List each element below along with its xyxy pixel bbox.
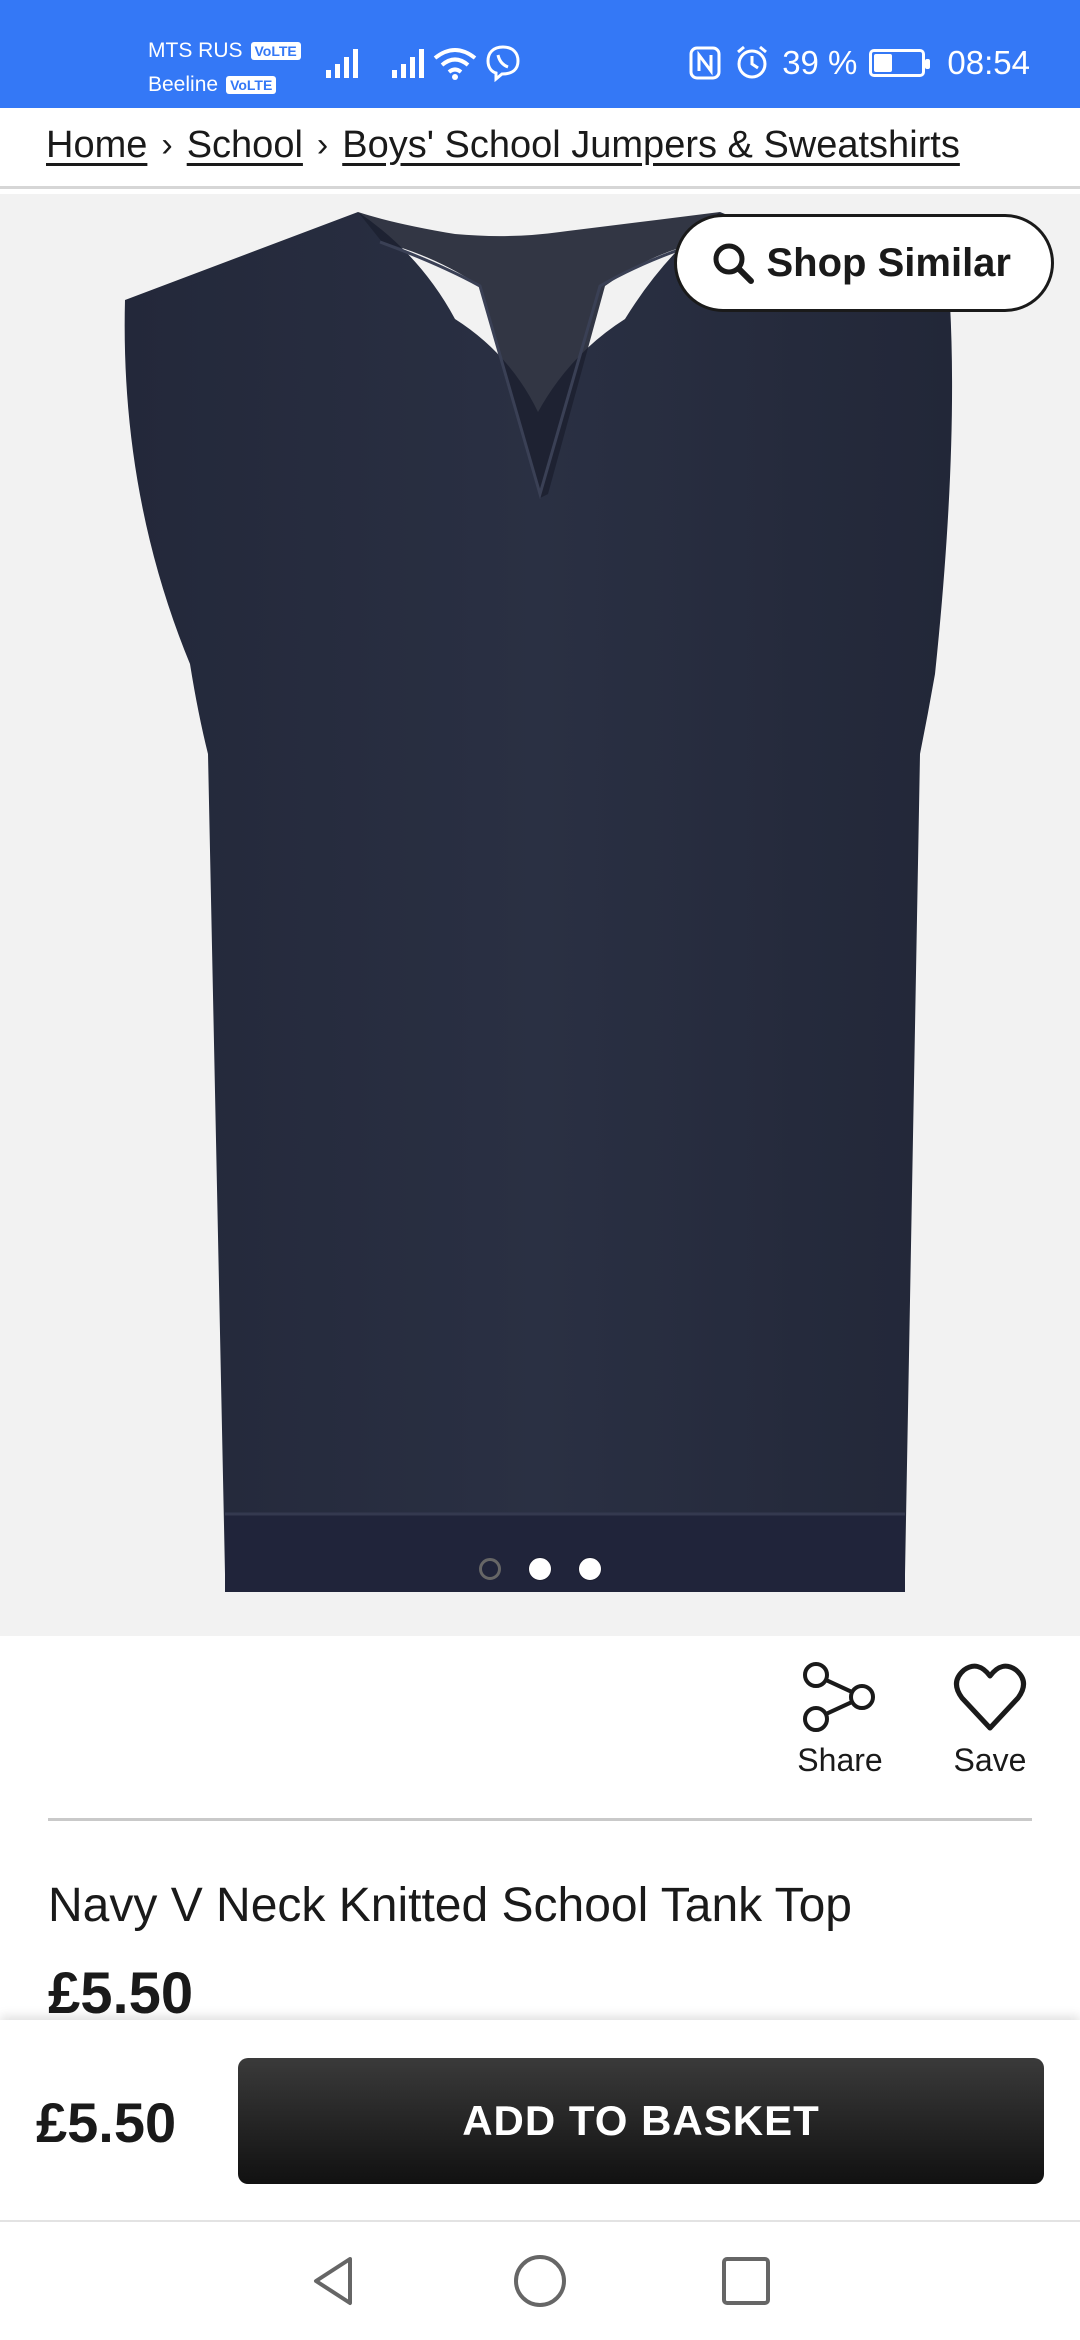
home-icon[interactable] bbox=[512, 2253, 568, 2309]
sticky-purchase-bar: £5.50 ADD TO BASKET bbox=[0, 2020, 1080, 2220]
viber-icon bbox=[486, 45, 520, 82]
carrier-1-name: MTS RUS bbox=[148, 39, 243, 62]
breadcrumb-home[interactable]: Home bbox=[46, 124, 147, 167]
heart-icon bbox=[954, 1663, 1026, 1731]
shop-similar-label: Shop Similar bbox=[766, 240, 1012, 285]
chevron-right-icon: › bbox=[161, 125, 173, 164]
carousel-dot-1[interactable] bbox=[479, 1558, 501, 1580]
wifi-icon bbox=[433, 48, 477, 80]
breadcrumb-category[interactable]: Boys' School Jumpers & Sweatshirts bbox=[342, 124, 960, 167]
product-image-carousel[interactable]: Shop Similar bbox=[0, 194, 1080, 1636]
carousel-dot-2[interactable] bbox=[529, 1558, 551, 1580]
signal-icon-2 bbox=[392, 49, 424, 78]
clock: 08:54 bbox=[947, 44, 1030, 81]
sticky-price: £5.50 bbox=[36, 2091, 177, 2154]
save-label: Save bbox=[953, 1742, 1027, 1778]
product-title: Navy V Neck Knitted School Tank Top bbox=[48, 1879, 852, 1932]
carousel-dot-3[interactable] bbox=[579, 1558, 601, 1580]
alarm-icon bbox=[737, 45, 768, 79]
search-icon bbox=[713, 243, 754, 284]
battery-icon bbox=[869, 49, 931, 77]
battery-percent: 39 % bbox=[782, 44, 858, 81]
section-divider bbox=[48, 1818, 1032, 1821]
carrier-info: MTS RUS VoLTE Beeline VoLTE bbox=[148, 34, 301, 102]
carrier-2-name: Beeline bbox=[148, 73, 219, 96]
product-actions: Share Save bbox=[790, 1660, 1040, 1779]
breadcrumb-divider bbox=[0, 186, 1080, 189]
save-button[interactable]: Save bbox=[940, 1660, 1040, 1779]
battery-level bbox=[874, 54, 893, 72]
breadcrumb: Home › School › Boys' School Jumpers & S… bbox=[46, 104, 960, 186]
breadcrumb-school[interactable]: School bbox=[187, 124, 303, 167]
back-icon[interactable] bbox=[306, 2253, 362, 2309]
status-bar: MTS RUS VoLTE Beeline VoLTE 39 % 08:54 bbox=[0, 0, 1080, 108]
signal-icon bbox=[326, 49, 358, 78]
carousel-dots bbox=[0, 1558, 1080, 1580]
volte-badge-1: VoLTE bbox=[250, 42, 301, 60]
product-price: £5.50 bbox=[48, 1961, 194, 2026]
chevron-right-icon: › bbox=[316, 125, 329, 164]
shop-similar-button[interactable]: Shop Similar bbox=[673, 214, 1054, 312]
volte-badge-2: VoLTE bbox=[226, 76, 277, 94]
nfc-icon bbox=[689, 46, 721, 80]
system-navigation-bar bbox=[0, 2220, 1080, 2340]
share-icon bbox=[803, 1662, 875, 1732]
product-photo bbox=[124, 212, 953, 1592]
share-button[interactable]: Share bbox=[790, 1660, 890, 1779]
status-right: 39 % 08:54 bbox=[688, 44, 1030, 82]
add-to-basket-button[interactable]: ADD TO BASKET bbox=[238, 2058, 1044, 2184]
share-label: Share bbox=[797, 1742, 883, 1778]
recents-icon[interactable] bbox=[718, 2253, 774, 2309]
